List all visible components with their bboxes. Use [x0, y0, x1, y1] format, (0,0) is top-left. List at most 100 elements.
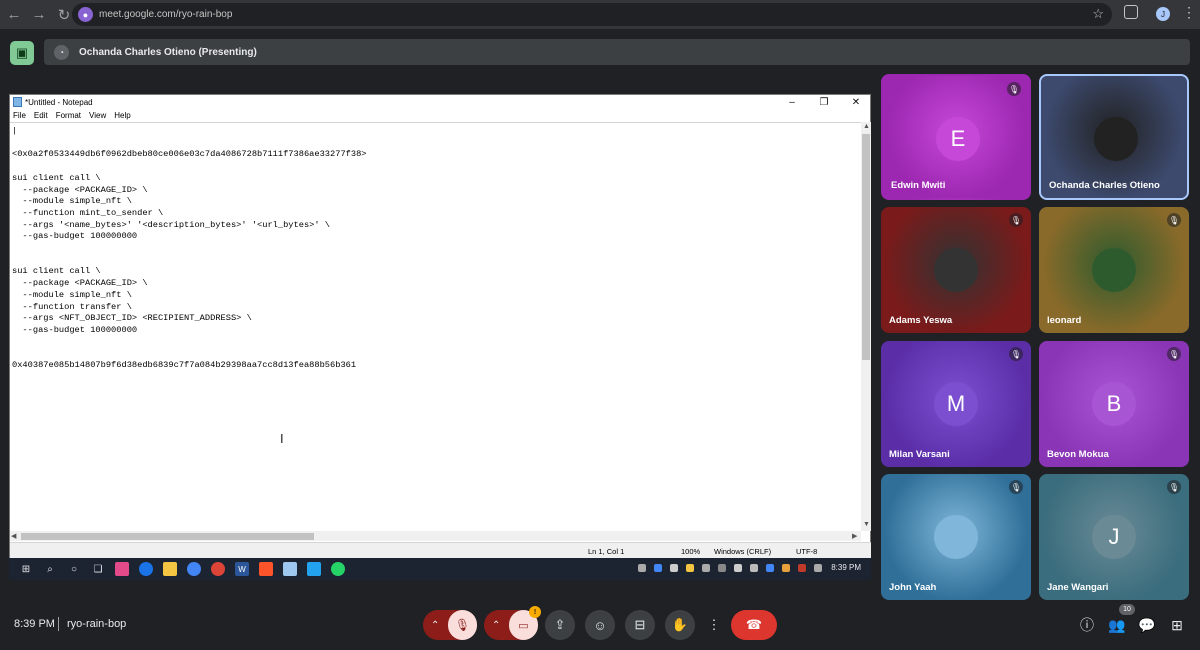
tray-icon-12[interactable]: [814, 564, 822, 572]
taskbar-search-icon[interactable]: ⌕: [43, 562, 57, 576]
presenting-label: Ochanda Charles Otieno (Presenting): [79, 46, 257, 58]
participant-tile-1[interactable]: Ochanda Charles Otieno: [1039, 74, 1189, 200]
file-explorer-icon[interactable]: [163, 562, 177, 576]
participant-name: leonard: [1047, 315, 1082, 326]
taskbar-clock[interactable]: 8:39 PM: [831, 563, 861, 572]
mic-off-icon: 🎙: [1007, 82, 1021, 96]
notepad-titlebar: *Untitled - Notepad: [10, 95, 870, 109]
activities-icon[interactable]: ⊞: [1166, 614, 1188, 636]
vscode-icon[interactable]: [307, 562, 321, 576]
tray-icon-1[interactable]: [638, 564, 646, 572]
participant-tile-0[interactable]: 🎙 E Edwin Mwiti: [881, 74, 1031, 200]
meeting-info-icon[interactable]: ⓘ: [1076, 614, 1098, 636]
scroll-left-icon[interactable]: ◀: [11, 532, 16, 540]
chrome-icon[interactable]: [187, 562, 201, 576]
tray-icon-10[interactable]: [782, 564, 790, 572]
camera-options-chevron-icon[interactable]: ⌃: [492, 620, 500, 631]
scroll-down-icon[interactable]: ▼: [863, 521, 870, 528]
task-view-icon[interactable]: ❏: [91, 562, 105, 576]
participant-tile-2[interactable]: 🎙 Adams Yeswa: [881, 207, 1031, 333]
participant-tile-7[interactable]: 🎙 J Jane Wangari: [1039, 474, 1189, 600]
forward-icon[interactable]: →: [28, 4, 50, 26]
tray-icon-6[interactable]: [718, 564, 726, 572]
wifi-icon[interactable]: [734, 564, 742, 572]
notepad-icon: [13, 97, 22, 107]
participant-name: Edwin Mwiti: [891, 180, 946, 191]
more-options-button[interactable]: ⋮: [706, 610, 722, 640]
participant-count-badge: 10: [1119, 604, 1135, 615]
captions-button[interactable]: ⊟: [625, 610, 655, 640]
mic-off-icon: 🎙: [1167, 213, 1181, 227]
windows-start-icon[interactable]: ⊞: [19, 562, 33, 576]
cortana-icon[interactable]: ○: [67, 562, 81, 576]
windows-taskbar: ⊞ ⌕ ○ ❏ W 8:39 PM: [9, 558, 871, 580]
mic-off-button[interactable]: 🎙: [448, 610, 477, 640]
menu-format[interactable]: Format: [56, 111, 81, 120]
close-icon[interactable]: ✕: [841, 95, 871, 109]
participant-name: Ochanda Charles Otieno: [1049, 180, 1160, 191]
address-bar[interactable]: ● meet.google.com/ryo-rain-bop ☆: [72, 3, 1112, 26]
vertical-scroll-thumb[interactable]: [862, 134, 870, 360]
camera-warning-badge: !: [529, 606, 541, 618]
horizontal-scroll-thumb[interactable]: [21, 533, 314, 540]
tray-icon-5[interactable]: [702, 564, 710, 572]
meeting-code[interactable]: ryo-rain-bop: [67, 618, 126, 630]
notepad-text-area[interactable]: | <0x0a2f0533449db6f0962dbeb80ce006e03c7…: [10, 122, 861, 531]
chrome-profile-icon[interactable]: [211, 562, 225, 576]
participant-tile-4[interactable]: 🎙 M Milan Varsani: [881, 341, 1031, 467]
participant-tile-3[interactable]: 🎙 leonard: [1039, 207, 1189, 333]
leave-call-button[interactable]: ☎: [731, 610, 777, 640]
back-icon[interactable]: ←: [3, 4, 25, 26]
participant-avatar: B: [1092, 382, 1136, 426]
participant-name: Adams Yeswa: [889, 315, 953, 326]
tray-icon-9[interactable]: [766, 564, 774, 572]
participant-tile-6[interactable]: 🎙 John Yaah: [881, 474, 1031, 600]
mic-off-icon: 🎙: [1009, 480, 1023, 494]
notepad-taskbar-icon[interactable]: [283, 562, 297, 576]
people-icon[interactable]: 👥: [1106, 614, 1128, 636]
copilot-icon[interactable]: [115, 562, 129, 576]
mic-options-chevron-icon[interactable]: ⌃: [431, 620, 439, 631]
tray-icon-2[interactable]: [654, 564, 662, 572]
tray-icon-11[interactable]: [798, 564, 806, 572]
menu-help[interactable]: Help: [114, 111, 130, 120]
status-position: Ln 1, Col 1: [588, 547, 625, 556]
participant-photo: [934, 515, 978, 559]
horizontal-scrollbar[interactable]: ◀ ▶: [10, 531, 861, 541]
notepad-menubar: File Edit Format View Help: [10, 109, 870, 122]
browser-menu-icon[interactable]: ⋮: [1182, 4, 1196, 21]
participant-photo: [1092, 248, 1136, 292]
present-screen-button[interactable]: ⇪: [545, 610, 575, 640]
whatsapp-icon[interactable]: [331, 562, 345, 576]
extensions-icon[interactable]: [1124, 5, 1138, 19]
word-icon[interactable]: W: [235, 562, 249, 576]
mic-off-icon: 🎙: [1167, 347, 1181, 361]
scroll-up-icon[interactable]: ▲: [863, 123, 870, 130]
scroll-right-icon[interactable]: ▶: [852, 532, 857, 540]
menu-file[interactable]: File: [13, 111, 26, 120]
participant-tile-5[interactable]: 🎙 B Bevon Mokua: [1039, 341, 1189, 467]
tray-icon-4[interactable]: [686, 564, 694, 572]
emoji-reaction-button[interactable]: ☺: [585, 610, 615, 640]
participant-photo: [934, 248, 978, 292]
site-info-icon[interactable]: ●: [78, 7, 93, 22]
brave-icon[interactable]: [259, 562, 273, 576]
edge-icon[interactable]: [139, 562, 153, 576]
menu-view[interactable]: View: [89, 111, 106, 120]
bookmark-star-icon[interactable]: ☆: [1092, 6, 1104, 22]
profile-avatar[interactable]: J: [1156, 7, 1170, 21]
url-text: meet.google.com/ryo-rain-bop: [99, 9, 233, 20]
presenting-banner: ◔ Ochanda Charles Otieno (Presenting): [44, 39, 1190, 65]
presenter-avatar: ◔: [54, 44, 69, 60]
vertical-scrollbar[interactable]: ▲ ▼: [861, 122, 871, 531]
maximize-icon[interactable]: ❐: [809, 95, 839, 109]
minimize-icon[interactable]: –: [777, 95, 807, 109]
mic-control: ⌃ 🎙: [423, 610, 477, 640]
tray-icon-3[interactable]: [670, 564, 678, 572]
volume-icon[interactable]: [750, 564, 758, 572]
chat-icon[interactable]: 💬: [1136, 614, 1158, 636]
presentation-icon[interactable]: ▣: [10, 41, 34, 65]
status-zoom: 100%: [681, 547, 701, 556]
raise-hand-button[interactable]: ✋: [665, 610, 695, 640]
menu-edit[interactable]: Edit: [34, 111, 48, 120]
